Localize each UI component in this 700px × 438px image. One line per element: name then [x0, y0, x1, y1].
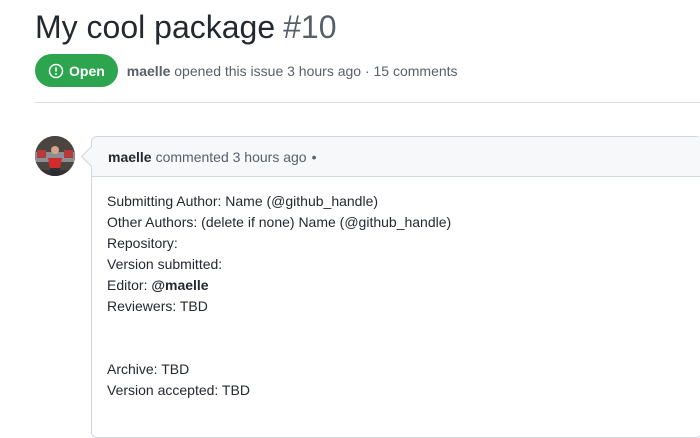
- comment-line: Reviewers: TBD: [107, 298, 208, 314]
- issue-state-badge: Open: [35, 54, 118, 87]
- comment-body: Submitting Author: Name (@github_handle)…: [92, 177, 700, 415]
- avatar[interactable]: [35, 136, 75, 176]
- comment-line: Archive: TBD: [107, 361, 190, 377]
- comment-author-link[interactable]: maelle: [108, 149, 152, 165]
- comment-separator-dot: •: [311, 148, 317, 165]
- issue-number: #10: [283, 9, 337, 45]
- issue-title: My cool package #10: [35, 5, 337, 49]
- issue-meta: Open maelle opened this issue 3 hours ag…: [35, 54, 458, 87]
- issue-state-label: Open: [69, 62, 105, 79]
- issue-author-link[interactable]: maelle: [127, 63, 171, 79]
- comment-line: Version submitted:: [107, 256, 223, 272]
- header-divider: [35, 102, 700, 103]
- comment-line: Version accepted: TBD: [107, 382, 250, 398]
- comment-line: Submitting Author: Name (@github_handle): [107, 193, 379, 209]
- comment-box: maelle commented 3 hours ago • Submittin…: [80, 136, 700, 438]
- issue-meta-text: maelle opened this issue 3 hours ago · 1…: [127, 63, 458, 79]
- comment-line-editor: Editor: @maelle: [107, 275, 686, 296]
- comment-header: maelle commented 3 hours ago •: [92, 137, 700, 177]
- editor-mention-link[interactable]: @maelle: [151, 277, 208, 293]
- issue-opened-icon: [48, 63, 64, 79]
- editor-label: Editor:: [107, 277, 148, 293]
- comment-timestamp[interactable]: commented 3 hours ago: [156, 149, 307, 165]
- comment-line: Repository:: [107, 235, 178, 251]
- issue-title-text: My cool package: [35, 9, 276, 45]
- comment-line: Other Authors: (delete if none) Name (@g…: [107, 214, 452, 230]
- issue-opened-text: opened this issue 3 hours ago · 15 comme…: [174, 62, 458, 79]
